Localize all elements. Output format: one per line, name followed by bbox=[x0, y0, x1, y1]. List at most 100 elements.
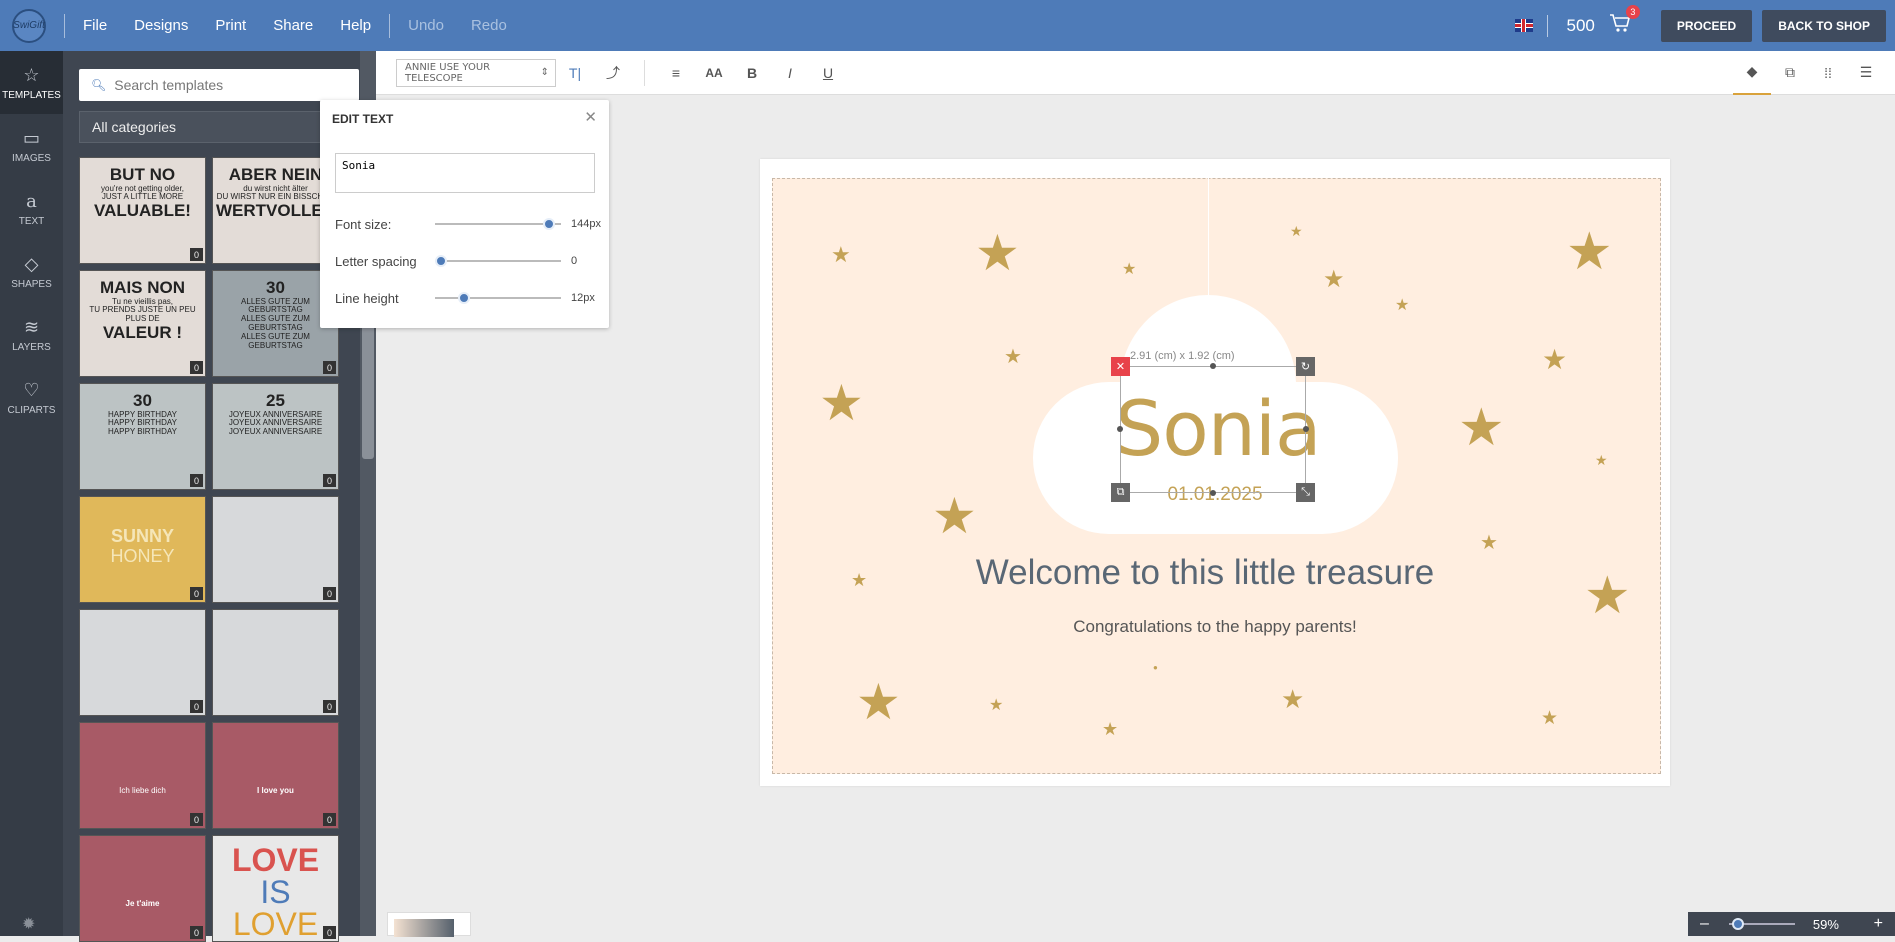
resize-handle-bottom[interactable] bbox=[1210, 490, 1216, 496]
dot-shape[interactable]: ● bbox=[1153, 664, 1158, 672]
template-thumbnail[interactable]: 25 JOYEUX ANNIVERSAIRE JOYEUX ANNIVERSAIRE… bbox=[212, 383, 339, 490]
font-size-slider[interactable] bbox=[435, 218, 561, 230]
congrats-text[interactable]: Congratulations to the happy parents! bbox=[900, 617, 1530, 637]
category-select[interactable]: All categories bbox=[79, 111, 329, 143]
zoom-knob[interactable] bbox=[1731, 918, 1744, 930]
resize-handle-top[interactable] bbox=[1210, 363, 1216, 369]
menu-share[interactable]: Share bbox=[273, 17, 313, 34]
menu-help[interactable]: Help bbox=[340, 17, 371, 34]
uk-flag-icon[interactable] bbox=[1515, 19, 1534, 32]
star-shape[interactable]: ★ bbox=[851, 571, 867, 589]
fill-color-icon[interactable]: ◆ bbox=[1733, 51, 1771, 95]
arrange-icon[interactable]: ⧉ bbox=[1771, 51, 1809, 95]
settings-icon[interactable]: ✹ bbox=[22, 914, 35, 934]
logo-text: SwiGift bbox=[13, 20, 45, 31]
star-shape[interactable]: ★ bbox=[1566, 226, 1613, 278]
search-input[interactable]: Search templates bbox=[114, 77, 223, 93]
template-thumbnail[interactable]: 0 bbox=[212, 609, 339, 716]
star-shape[interactable]: ★ bbox=[932, 491, 977, 541]
rotate-icon[interactable]: ↻ bbox=[1296, 357, 1315, 376]
welcome-text[interactable]: Welcome to this little treasure bbox=[880, 553, 1530, 593]
letter-spacing-slider[interactable] bbox=[435, 255, 561, 267]
menu-print[interactable]: Print bbox=[215, 17, 246, 34]
star-shape[interactable]: ★ bbox=[1458, 402, 1505, 454]
star-shape[interactable]: ★ bbox=[975, 228, 1020, 278]
star-shape[interactable]: ★ bbox=[1395, 298, 1409, 314]
undo-button[interactable]: Undo bbox=[408, 17, 444, 34]
delete-icon[interactable]: ✕ bbox=[1111, 357, 1130, 376]
star-shape[interactable]: ★ bbox=[1290, 224, 1303, 238]
curve-text-icon[interactable]: ⤴ bbox=[594, 63, 632, 83]
star-shape[interactable]: ★ bbox=[1102, 720, 1118, 738]
selection-box[interactable] bbox=[1120, 366, 1306, 493]
adjust-icon[interactable]: ☰ bbox=[1847, 51, 1885, 95]
template-thumbnail[interactable]: 0 bbox=[79, 609, 206, 716]
close-icon[interactable]: ✕ bbox=[584, 108, 597, 126]
thumbnail-line: VALEUR ! bbox=[102, 323, 182, 343]
star-shape[interactable]: ★ bbox=[1281, 686, 1304, 712]
grid-icon[interactable]: ⁞⁞ bbox=[1809, 51, 1847, 95]
menu-designs[interactable]: Designs bbox=[134, 17, 188, 34]
rail-text[interactable]: a TEXT bbox=[0, 177, 63, 240]
rail-cliparts[interactable]: ♡ CLIPARTS bbox=[0, 366, 63, 429]
slider-knob[interactable] bbox=[457, 292, 470, 304]
text-input[interactable]: Sonia bbox=[335, 153, 595, 193]
slider-knob[interactable] bbox=[543, 218, 556, 230]
resize-handle-left[interactable] bbox=[1117, 426, 1123, 432]
slider-knob[interactable] bbox=[435, 255, 447, 267]
template-thumbnail[interactable]: 30 HAPPY BIRTHDAY HAPPY BIRTHDAY HAPPY BIRT… bbox=[79, 383, 206, 490]
search-box[interactable]: 🔍︎ Search templates bbox=[79, 69, 359, 101]
star-shape[interactable]: ★ bbox=[1323, 268, 1345, 292]
star-shape[interactable]: ★ bbox=[1122, 262, 1136, 278]
usage-count: 0 bbox=[323, 813, 336, 826]
line-height-slider[interactable] bbox=[435, 292, 561, 304]
edit-text-icon[interactable]: T| bbox=[556, 65, 594, 81]
menu-file[interactable]: File bbox=[83, 17, 107, 34]
star-shape[interactable]: ★ bbox=[1584, 570, 1631, 622]
template-thumbnail[interactable]: LOVE IS LOVE 0 bbox=[212, 835, 339, 942]
templates-panel: 🔍︎ Search templates All categories BUT N… bbox=[63, 51, 360, 942]
redo-button[interactable]: Redo bbox=[471, 17, 507, 34]
font-select[interactable]: ANNIE USE YOUR TELESCOPE ⇕ bbox=[396, 58, 556, 87]
star-shape[interactable]: ★ bbox=[831, 244, 851, 266]
cart-icon[interactable]: 3 bbox=[1609, 4, 1640, 39]
star-shape[interactable]: ★ bbox=[1595, 453, 1608, 467]
rail-shapes[interactable]: ◇ SHAPES bbox=[0, 240, 63, 303]
template-thumbnail[interactable]: BUT NO you're not getting older, JUST A LI… bbox=[79, 157, 206, 264]
template-thumbnail[interactable]: SUNNY HONEY 0 bbox=[79, 496, 206, 603]
rail-templates[interactable]: ☆ TEMPLATES bbox=[0, 51, 63, 114]
bold-icon[interactable]: B bbox=[733, 65, 771, 81]
resize-icon[interactable]: ⤡ bbox=[1296, 483, 1315, 502]
star-shape[interactable]: ★ bbox=[1004, 347, 1022, 367]
underline-icon[interactable]: U bbox=[809, 65, 847, 81]
swigift-logo[interactable]: SwiGift bbox=[12, 8, 46, 43]
page-thumbnail[interactable] bbox=[387, 912, 471, 937]
rail-label: SHAPES bbox=[11, 278, 52, 290]
duplicate-icon[interactable]: ⧉ bbox=[1111, 483, 1130, 502]
star-shape[interactable]: ★ bbox=[1542, 346, 1567, 374]
proceed-button[interactable]: PROCEED bbox=[1660, 9, 1753, 42]
star-shape[interactable]: ★ bbox=[819, 378, 864, 428]
fold-line bbox=[1208, 178, 1209, 298]
template-thumbnail[interactable]: MAIS NON Tu ne vieillis pas, TU PRENDS JUS… bbox=[79, 270, 206, 377]
template-thumbnail[interactable]: Ich liebe dich 0 bbox=[79, 722, 206, 829]
star-shape[interactable]: ★ bbox=[856, 677, 901, 727]
star-shape[interactable]: ★ bbox=[1541, 709, 1558, 728]
template-thumbnail[interactable]: Je t'aime 0 bbox=[79, 835, 206, 942]
resize-handle-right[interactable] bbox=[1303, 426, 1309, 432]
rail-layers[interactable]: ≋ LAYERS bbox=[0, 303, 63, 366]
italic-icon[interactable]: I bbox=[771, 65, 809, 81]
star-shape[interactable]: ★ bbox=[1480, 533, 1498, 553]
template-thumbnail[interactable]: 0 bbox=[212, 496, 339, 603]
zoom-out-icon[interactable]: – bbox=[1700, 915, 1709, 933]
star-shape[interactable]: ★ bbox=[989, 698, 1003, 714]
scroll-thumb[interactable] bbox=[362, 319, 374, 459]
back-to-shop-button[interactable]: BACK TO SHOP bbox=[1762, 9, 1886, 42]
font-case-icon[interactable]: AA bbox=[695, 66, 733, 80]
zoom-slider[interactable] bbox=[1728, 918, 1795, 930]
divider bbox=[1547, 14, 1549, 37]
template-thumbnail[interactable]: I love you 0 bbox=[212, 722, 339, 829]
zoom-in-icon[interactable]: + bbox=[1874, 915, 1883, 933]
rail-images[interactable]: ▭ IMAGES bbox=[0, 114, 63, 177]
align-center-icon[interactable]: ≡ bbox=[657, 65, 695, 81]
